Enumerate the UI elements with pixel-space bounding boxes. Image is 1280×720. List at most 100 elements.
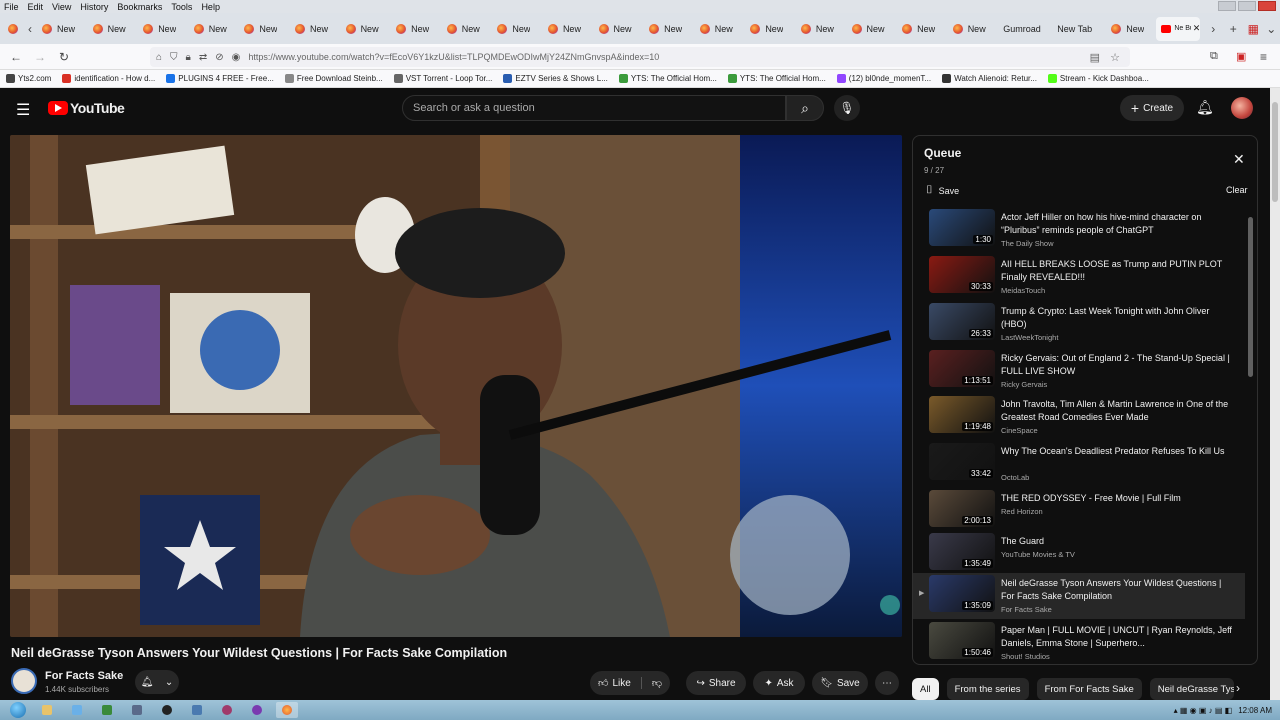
new-tab-plus-icon[interactable]: + [1226, 22, 1240, 36]
queue-thumbnail[interactable]: 1:35:49 [929, 533, 995, 570]
queue-item-title[interactable]: Ricky Gervais: Out of England 2 - The St… [1001, 352, 1235, 378]
back-arrow-icon[interactable]: ← [4, 50, 28, 64]
tab-scroll-left-icon[interactable]: ‹ [23, 22, 37, 36]
tab-new[interactable]: New [391, 17, 442, 41]
tab-new[interactable]: New [644, 17, 695, 41]
search-button[interactable]: ⌕ [786, 95, 824, 121]
subscription-bell-button[interactable]: 🔔︎ ⌄ [135, 670, 179, 694]
app-menu-icon[interactable]: ≡ [1260, 50, 1267, 64]
queue-thumbnail[interactable]: 1:19:48 [929, 396, 995, 433]
queue-item-current[interactable]: ▶ 1:35:09 Neil deGrasse Tyson Answers Your… [913, 573, 1245, 619]
voice-search-button[interactable]: 🎙︎ [834, 95, 860, 121]
bookmark-item[interactable]: YTS: The Official Hom... [618, 74, 717, 83]
tab-active-youtube[interactable]: Ne Bu✕ [1156, 16, 1201, 41]
bookmark-item[interactable]: Stream - Kick Dashboa... [1047, 74, 1149, 83]
taskbar-app-icon[interactable] [156, 702, 178, 718]
queue-item[interactable]: 1:13:51 Ricky Gervais: Out of England 2 -… [913, 348, 1245, 394]
tab-new[interactable]: New [189, 17, 240, 41]
lock-icon[interactable]: 🔒︎ [186, 52, 191, 63]
queue-item-title[interactable]: Trump & Crypto: Last Week Tonight with J… [1001, 305, 1235, 331]
taskbar-app-icon[interactable] [66, 702, 88, 718]
queue-thumbnail[interactable]: 1:13:51 [929, 350, 995, 387]
tab-new[interactable]: New [37, 17, 88, 41]
queue-scrollbar[interactable] [1247, 205, 1255, 665]
create-button[interactable]: + Create [1120, 95, 1184, 121]
tab-scroll-right-icon[interactable]: › [1206, 22, 1220, 36]
start-button[interactable] [10, 702, 26, 718]
menu-tools[interactable]: Tools [171, 2, 192, 12]
chip-from-channel[interactable]: From For Facts Sake [1036, 678, 1142, 700]
account-avatar[interactable] [1231, 97, 1253, 119]
home-icon[interactable]: ⌂ [156, 52, 162, 63]
queue-item-title[interactable]: The Guard [1001, 535, 1235, 548]
tab-new[interactable]: New [138, 17, 189, 41]
tab-new[interactable]: New [543, 17, 594, 41]
bookmark-item[interactable]: Watch Alienoid: Retur... [942, 74, 1037, 83]
bookmark-item[interactable]: Yts2.com [6, 74, 51, 83]
queue-item-title[interactable]: Why The Ocean's Deadliest Predator Refus… [1001, 445, 1235, 458]
tab-new[interactable]: New [796, 17, 847, 41]
search-input[interactable]: Search or ask a question [402, 95, 786, 121]
queue-thumbnail[interactable]: 30:33 [929, 256, 995, 293]
dislike-button[interactable]: 👎︎ [646, 677, 662, 689]
url-text[interactable]: https://www.youtube.com/watch?v=fEcoV6Y1… [248, 52, 659, 62]
tab-new[interactable]: New [492, 17, 543, 41]
tab-new[interactable]: New [1106, 17, 1156, 41]
tracking-shield-icon[interactable]: ⛉ [170, 52, 178, 63]
chip-all[interactable]: All [912, 678, 939, 700]
queue-item-title[interactable]: THE RED ODYSSEY - Free Movie | Full Film [1001, 492, 1235, 505]
tray-icons[interactable]: ▴ ▦ ◉ ▣ ♪ ▤ ◧ [1174, 706, 1233, 715]
tab-new[interactable]: New [745, 17, 796, 41]
tab-new[interactable]: New [290, 17, 341, 41]
queue-item[interactable]: 33:42 Why The Ocean's Deadliest Predator … [913, 441, 1245, 487]
queue-thumbnail[interactable]: 33:42 [929, 443, 995, 480]
autoplay-blocked-icon[interactable]: ⊘ [215, 52, 223, 63]
like-button[interactable]: 👍︎ Like [598, 677, 642, 689]
list-all-tabs-icon[interactable]: ⌄ [1264, 22, 1278, 36]
minimize-button[interactable] [1218, 1, 1236, 11]
close-window-button[interactable] [1258, 1, 1276, 11]
reload-icon[interactable]: ↻ [52, 50, 76, 64]
more-actions-button[interactable]: ⋯ [875, 671, 899, 695]
firefox-icon[interactable] [8, 23, 18, 34]
notifications-bell-icon[interactable]: 🔔︎ [1196, 99, 1214, 116]
queue-item[interactable]: 1:50:46 Paper Man | FULL MOVIE | UNCUT | … [913, 620, 1245, 666]
tab-new[interactable]: New [948, 17, 999, 41]
tab-new[interactable]: New [88, 17, 139, 41]
channel-name[interactable]: For Facts Sake [45, 670, 123, 682]
bookmark-star-icon[interactable]: ☆ [1110, 51, 1120, 64]
queue-item[interactable]: 1:30 Actor Jeff Hiller on how his hive-mi… [913, 207, 1245, 253]
taskbar-app-icon[interactable] [96, 702, 118, 718]
menu-history[interactable]: History [80, 2, 108, 12]
chips-next-icon[interactable]: › [1236, 681, 1240, 695]
taskbar-firefox-icon[interactable] [276, 702, 298, 718]
ask-button[interactable]: ✦ Ask [753, 671, 805, 695]
tab-new[interactable]: New [695, 17, 746, 41]
taskbar-app-icon[interactable] [126, 702, 148, 718]
youtube-logo[interactable]: YouTube [48, 100, 125, 116]
menu-help[interactable]: Help [201, 2, 220, 12]
tab-new[interactable]: New [897, 17, 948, 41]
tab-new[interactable]: New [341, 17, 392, 41]
save-button[interactable]: 🔖︎ Save [812, 671, 868, 695]
queue-thumbnail[interactable]: 26:33 [929, 303, 995, 340]
menu-view[interactable]: View [52, 2, 71, 12]
menu-edit[interactable]: Edit [28, 2, 44, 12]
bookmark-item[interactable]: EZTV Series & Shows L... [503, 74, 608, 83]
close-queue-icon[interactable]: ✕ [1233, 151, 1245, 168]
video-player[interactable] [10, 135, 902, 637]
menu-bookmarks[interactable]: Bookmarks [117, 2, 162, 12]
extensions-puzzle-icon[interactable]: ⧉ [1210, 50, 1218, 63]
permissions-icon[interactable]: ⇄ [199, 52, 207, 63]
bookmark-item[interactable]: VST Torrent - Loop Tor... [393, 74, 492, 83]
queue-item-title[interactable]: AII HELL BREAKS LOOSE as Trump and PUTIN… [1001, 258, 1235, 284]
tab-gumroad[interactable]: Gumroad [998, 17, 1052, 41]
tab-new-tab[interactable]: New Tab [1052, 17, 1106, 41]
queue-clear-button[interactable]: Clear [1226, 185, 1248, 195]
bookmark-item[interactable]: Free Download Steinb... [284, 74, 383, 83]
close-tab-icon[interactable]: ✕ [1193, 23, 1201, 34]
queue-thumbnail[interactable]: 1:30 [929, 209, 995, 246]
queue-save-button[interactable]: ⌷ Save [926, 184, 959, 197]
forward-arrow-icon[interactable]: → [28, 50, 52, 64]
maximize-button[interactable] [1238, 1, 1256, 11]
